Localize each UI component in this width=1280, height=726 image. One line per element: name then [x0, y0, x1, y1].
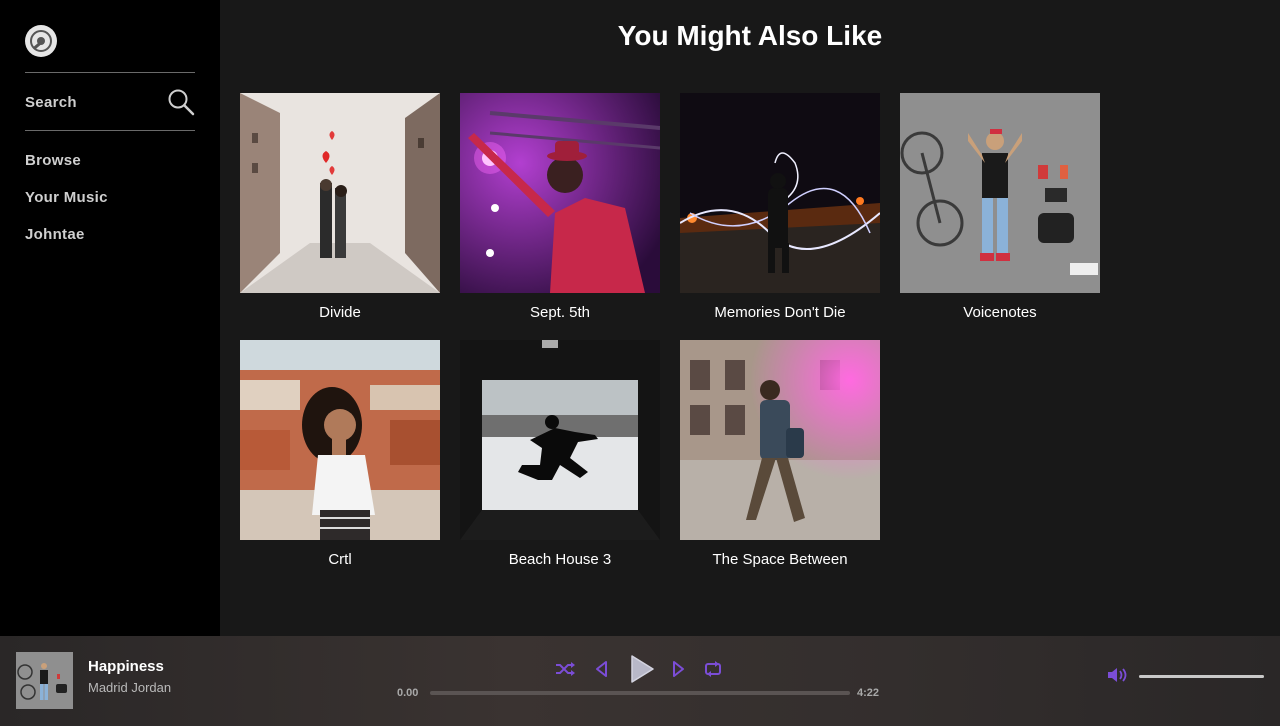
sidebar-item-your-music[interactable]: Your Music: [25, 189, 108, 206]
current-time: 0.00: [397, 687, 419, 699]
album-title[interactable]: Beach House 3: [460, 551, 660, 568]
album-title[interactable]: Crtl: [240, 551, 440, 568]
album-title[interactable]: Memories Don't Die: [680, 304, 880, 321]
search-label: Search: [25, 94, 77, 111]
main-content: You Might Also Like Divide Sept. 5th Mem…: [220, 0, 1280, 636]
album-card[interactable]: Beach House 3: [460, 340, 660, 568]
search-icon[interactable]: [167, 88, 195, 116]
sidebar-divider: [25, 72, 195, 73]
sidebar-divider: [25, 130, 195, 131]
album-title[interactable]: The Space Between: [680, 551, 880, 568]
player-bar: Happiness Madrid Jordan 0.00 4:22: [0, 636, 1280, 726]
previous-icon: [596, 661, 607, 677]
now-playing-title: Happiness: [88, 658, 164, 675]
album-cover-image[interactable]: [679, 93, 881, 293]
shuffle-icon: [556, 662, 575, 676]
repeat-icon: [705, 661, 721, 677]
album-card[interactable]: Crtl: [240, 340, 440, 568]
album-title[interactable]: Voicenotes: [900, 304, 1100, 321]
play-button[interactable]: [626, 654, 656, 684]
album-cover-image[interactable]: [680, 340, 880, 540]
volume-icon[interactable]: [1106, 666, 1128, 684]
album-title[interactable]: Divide: [240, 304, 440, 321]
playback-controls: [552, 654, 732, 684]
album-card[interactable]: Memories Don't Die: [679, 93, 881, 321]
now-playing-cover-image[interactable]: [16, 652, 73, 709]
next-button[interactable]: [666, 654, 692, 684]
progress-bar[interactable]: [430, 691, 850, 695]
total-time: 4:22: [857, 687, 880, 699]
album-card[interactable]: Sept. 5th: [460, 93, 661, 321]
album-card[interactable]: The Space Between: [680, 340, 880, 568]
album-title[interactable]: Sept. 5th: [460, 304, 660, 321]
volume-slider[interactable]: [1139, 675, 1264, 678]
album-cover-image[interactable]: [900, 93, 1100, 293]
next-icon: [673, 661, 684, 677]
shuffle-button[interactable]: [552, 654, 578, 684]
sidebar-item-profile[interactable]: Johntae: [25, 226, 85, 243]
play-icon: [631, 655, 654, 683]
previous-button[interactable]: [588, 654, 614, 684]
search-row[interactable]: Search: [25, 86, 195, 118]
now-playing-artist: Madrid Jordan: [88, 680, 172, 695]
album-card[interactable]: Divide: [240, 93, 440, 321]
sidebar: Search Browse Your Music Johntae: [0, 0, 220, 636]
album-cover-image[interactable]: [240, 340, 440, 540]
page-title: You Might Also Like: [617, 20, 883, 51]
repeat-button[interactable]: [700, 654, 726, 684]
album-card[interactable]: Voicenotes: [900, 93, 1100, 321]
sidebar-item-browse[interactable]: Browse: [25, 152, 81, 169]
album-cover-image[interactable]: [460, 93, 661, 293]
vinyl-record-icon[interactable]: [25, 25, 57, 57]
music-app: Search Browse Your Music Johntae You Mig…: [0, 0, 1280, 726]
volume-fill: [1139, 675, 1264, 678]
album-cover-image[interactable]: [460, 340, 660, 540]
album-cover-image[interactable]: [240, 93, 440, 293]
